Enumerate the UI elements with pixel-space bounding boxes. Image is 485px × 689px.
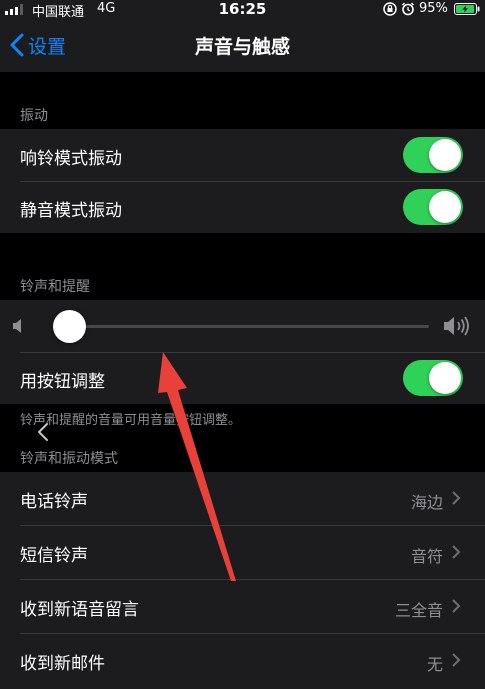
alarm-icon: [401, 2, 415, 16]
row-new-mail[interactable]: 收到新邮件 无: [0, 634, 485, 687]
row-value: 无: [426, 655, 443, 674]
section-header-ringer: 铃声和提醒: [20, 279, 90, 295]
volume-low-icon: [13, 319, 21, 333]
change-with-buttons-toggle[interactable]: [403, 360, 463, 396]
row-label: 响铃模式振动: [20, 149, 122, 169]
patterns-group: 电话铃声 海边 短信铃声 音符 收到新语音留言 三全音 收到新邮件 无: [0, 472, 485, 689]
row-new-voicemail[interactable]: 收到新语音留言 三全音: [0, 580, 485, 633]
chevron-left-icon: [38, 423, 48, 441]
navigation-bar: 设置 声音与触感: [0, 18, 485, 72]
row-value: 海边: [410, 493, 443, 512]
row-volume-slider: [0, 300, 485, 352]
row-text-tone[interactable]: 短信铃声 音符: [0, 526, 485, 579]
vibration-group: 响铃模式振动 静音模式振动: [0, 129, 485, 233]
row-ringtone[interactable]: 电话铃声 海边: [0, 472, 485, 525]
row-label: 收到新邮件: [20, 654, 105, 674]
chevron-right-icon: [452, 653, 461, 667]
chevron-right-icon: [452, 491, 461, 505]
volume-high-icon: [444, 316, 469, 336]
row-label: 收到新语音留言: [20, 600, 139, 620]
chevron-right-icon: [452, 599, 461, 613]
battery-charging-icon: [454, 3, 480, 15]
row-label: 静音模式振动: [20, 201, 122, 221]
row-label: 短信铃声: [20, 546, 88, 566]
ringer-footnote: 铃声和提醒的音量可用音量按钮调整。: [20, 413, 242, 428]
section-header-vibration: 振动: [20, 108, 48, 124]
page-title: 声音与触感: [194, 36, 290, 58]
row-change-with-buttons: 用按钮调整: [0, 353, 485, 404]
volume-slider-thumb[interactable]: [53, 310, 86, 343]
orientation-lock-icon: [383, 2, 397, 16]
row-label: 电话铃声: [20, 492, 88, 512]
row-value: 音符: [410, 547, 443, 566]
row-vibrate-on-ring: 响铃模式振动: [0, 129, 485, 181]
row-label: 用按钮调整: [20, 372, 105, 392]
row-vibrate-on-silent: 静音模式振动: [0, 182, 485, 233]
chevron-right-icon: [452, 545, 461, 559]
row-value: 三全音: [394, 601, 443, 620]
status-bar: 中国联通 4G 16:25 95%: [0, 0, 485, 20]
battery-percentage: 95%: [419, 1, 448, 16]
vibrate-on-ring-toggle[interactable]: [403, 137, 463, 173]
volume-slider-track[interactable]: [72, 325, 429, 328]
vibrate-on-silent-toggle[interactable]: [403, 189, 463, 225]
section-header-patterns: 铃声和振动模式: [20, 451, 118, 467]
ringer-group: 用按钮调整: [0, 300, 485, 404]
